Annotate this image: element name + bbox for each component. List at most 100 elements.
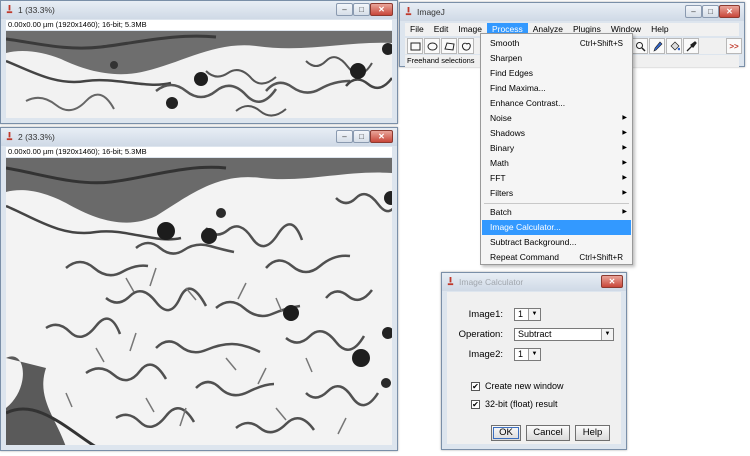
submenu-arrow-icon: ▶ [622,130,627,136]
maximize-icon: □ [359,131,364,141]
maximize-button[interactable]: □ [353,3,370,16]
imagej-titlebar[interactable]: ImageJ – □ ✕ [400,3,744,21]
freehand-tool[interactable] [458,38,474,54]
minimize-icon: – [342,4,347,14]
polygon-tool[interactable] [441,38,457,54]
menu-item-enhance-contrast[interactable]: Enhance Contrast... [482,96,631,111]
close-icon: ✕ [378,131,385,141]
maximize-button[interactable]: □ [353,130,370,143]
rectangle-icon [410,42,420,50]
pencil-icon [652,41,662,52]
rectangle-tool[interactable] [407,38,423,54]
menu-file[interactable]: File [405,23,429,36]
freehand-icon [461,42,471,51]
image2-label: Image2: [468,349,503,360]
submenu-arrow-icon: ▶ [622,209,627,215]
checkmark-icon: ✔ [471,381,480,391]
menu-help[interactable]: Help [646,23,673,36]
menu-item-repeat-command[interactable]: Repeat Command Ctrl+Shift+R [482,250,631,265]
imagej-title: ImageJ [417,7,445,17]
minimize-icon: – [691,6,696,16]
create-new-window-checkbox[interactable]: ✔ Create new window [471,381,564,391]
operation-label: Operation: [458,329,503,340]
submenu-arrow-icon: ▶ [622,115,627,121]
dropper-icon [686,40,697,51]
polygon-icon [443,41,455,51]
chevron-down-icon: ▼ [601,329,613,340]
image1-select[interactable]: 1 ▼ [514,308,541,321]
image-canvas-2[interactable] [6,158,392,445]
image-window-2-title: 2 (33.3%) [18,132,55,142]
close-icon: ✕ [608,276,616,286]
close-icon: ✕ [378,4,385,14]
float-result-checkbox[interactable]: ✔ 32-bit (float) result [471,399,558,409]
menu-item-find-maxima[interactable]: Find Maxima... [482,81,631,96]
maximize-icon: □ [359,4,364,14]
image-info-bar: 0.00x0.00 µm (1920x1460); 16-bit; 5.3MB [6,147,392,157]
chevron-down-icon: ▼ [528,309,540,320]
image2-select[interactable]: 1 ▼ [514,348,541,361]
ok-button[interactable]: OK [491,425,521,441]
close-button[interactable]: ✕ [370,130,393,143]
cancel-button[interactable]: Cancel [526,425,570,441]
minimize-button[interactable]: – [336,130,353,143]
menu-item-binary[interactable]: Binary ▶ [482,141,631,156]
image-window-2[interactable]: 2 (33.3%) – □ ✕ 0.00x0.00 µm (1920x1460)… [0,127,398,451]
dropper-tool[interactable] [683,38,699,54]
operation-select[interactable]: Subtract ▼ [514,328,614,341]
checkmark-icon: ✔ [471,399,480,409]
submenu-arrow-icon: ▶ [622,190,627,196]
minimize-icon: – [342,131,347,141]
menu-item-image-calculator[interactable]: Image Calculator... [482,220,631,235]
dialog-body: Image1: 1 ▼ Operation: Subtract ▼ Image2: … [447,292,621,444]
menu-item-noise[interactable]: Noise ▶ [482,111,631,126]
menu-separator [484,203,629,204]
more-tools-icon: >> [729,41,739,51]
imagej-microscope-icon [447,277,454,286]
menu-item-subtract-background[interactable]: Subtract Background... [482,235,631,250]
minimize-button[interactable]: – [685,5,702,18]
menu-item-sharpen[interactable]: Sharpen [482,51,631,66]
image-window-1-titlebar[interactable]: 1 (33.3%) – □ ✕ [1,1,397,19]
bucket-icon [670,41,680,50]
menu-item-batch[interactable]: Batch ▶ [482,205,631,220]
image-info-bar: 0.00x0.00 µm (1920x1460); 16-bit; 5.3MB [6,20,392,30]
magnifier-icon [635,41,646,52]
image-calculator-dialog[interactable]: Image Calculator ✕ Image1: 1 ▼ Operation:… [441,272,627,450]
image-window-1-title: 1 (33.3%) [18,5,55,15]
help-button[interactable]: Help [575,425,610,441]
maximize-button[interactable]: □ [702,5,719,18]
close-button[interactable]: ✕ [601,275,623,288]
image-window-1[interactable]: 1 (33.3%) – □ ✕ 0.00x0.00 µm (1920x1460)… [0,0,398,124]
menu-item-fft[interactable]: FFT ▶ [482,171,631,186]
dialog-title: Image Calculator [459,277,524,287]
magnifier-tool[interactable] [632,38,648,54]
menu-item-smooth[interactable]: Smooth Ctrl+Shift+S [482,36,631,51]
oval-icon [427,42,437,50]
menu-item-math[interactable]: Math ▶ [482,156,631,171]
menu-item-filters[interactable]: Filters ▶ [482,186,631,201]
close-button[interactable]: ✕ [370,3,393,16]
maximize-icon: □ [708,6,713,16]
close-button[interactable]: ✕ [719,5,740,18]
oval-tool[interactable] [424,38,440,54]
dialog-titlebar[interactable]: Image Calculator ✕ [442,273,626,291]
submenu-arrow-icon: ▶ [622,145,627,151]
more-tools-button[interactable]: >> [726,38,742,54]
submenu-arrow-icon: ▶ [622,175,627,181]
tissue-image-2 [6,158,392,445]
close-icon: ✕ [726,6,733,16]
image-window-2-titlebar[interactable]: 2 (33.3%) – □ ✕ [1,128,397,146]
image-canvas-1[interactable] [6,31,392,118]
bucket-tool[interactable] [666,38,682,54]
menu-edit[interactable]: Edit [429,23,454,36]
minimize-button[interactable]: – [336,3,353,16]
menu-item-shadows[interactable]: Shadows ▶ [482,126,631,141]
pencil-tool[interactable] [649,38,665,54]
tissue-image-1 [6,31,392,118]
imagej-microscope-icon [6,5,13,14]
shortcut-label: Ctrl+Shift+S [579,39,623,48]
menu-item-find-edges[interactable]: Find Edges [482,66,631,81]
image1-label: Image1: [468,309,503,320]
imagej-microscope-icon [6,132,13,141]
